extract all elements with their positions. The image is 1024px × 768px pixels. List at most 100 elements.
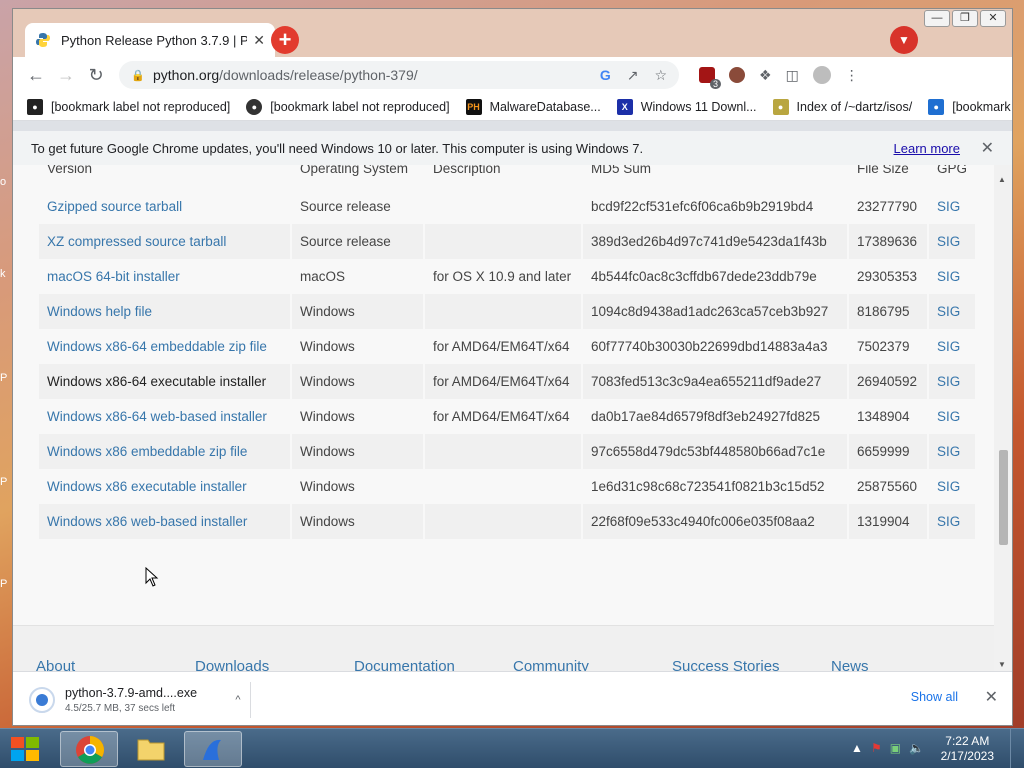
omnibox-actions: G ↗ ☆ bbox=[600, 67, 667, 84]
os-cell: Windows bbox=[300, 514, 355, 529]
tab-search-button[interactable]: ▼ bbox=[890, 26, 918, 54]
bookmark-item[interactable]: ● [bookmark label not reproduced] bbox=[246, 98, 450, 115]
reload-button[interactable]: ↻ bbox=[81, 65, 111, 86]
file-name-link[interactable]: Windows x86-64 embeddable zip file bbox=[47, 339, 267, 354]
file-name-link[interactable]: XZ compressed source tarball bbox=[47, 234, 226, 249]
scroll-thumb[interactable] bbox=[999, 450, 1008, 545]
file-name-cell: Windows x86-64 executable installer bbox=[39, 364, 292, 399]
scroll-up-icon[interactable]: ▲ bbox=[998, 175, 1006, 184]
file-size-cell: 26940592 bbox=[848, 364, 929, 399]
sig-link[interactable]: SIG bbox=[937, 304, 960, 319]
taskbar-chrome[interactable] bbox=[60, 731, 118, 767]
back-button[interactable]: ← bbox=[21, 65, 51, 86]
share-icon[interactable]: ↗ bbox=[627, 67, 639, 84]
star-icon[interactable]: ☆ bbox=[654, 67, 667, 84]
sig-link[interactable]: SIG bbox=[937, 339, 960, 354]
bookmark-item[interactable]: ● [bookmark label not reproduced] bbox=[928, 98, 1012, 115]
tray-expand-icon[interactable]: ▲ bbox=[851, 741, 863, 755]
bookmarks-bar: ● [bookmark label not reproduced] ● [boo… bbox=[13, 93, 1012, 121]
infobar-close-icon[interactable]: ✕ bbox=[981, 138, 994, 158]
footer-link-downloads[interactable]: Downloads bbox=[195, 658, 269, 671]
learn-more-link[interactable]: Learn more bbox=[894, 141, 960, 156]
minimize-button[interactable]: — bbox=[924, 10, 950, 27]
sig-link[interactable]: SIG bbox=[937, 234, 960, 249]
network-icon[interactable]: ▣ bbox=[890, 741, 901, 755]
ph-logo-icon: PH bbox=[465, 98, 482, 115]
sig-link[interactable]: SIG bbox=[937, 199, 960, 214]
download-filename: python-3.7.9-amd....exe bbox=[65, 686, 198, 700]
sig-link[interactable]: SIG bbox=[937, 514, 960, 529]
bookmark-item[interactable]: ● Index of /~dartz/isos/ bbox=[772, 98, 913, 115]
file-name-cell: Windows x86 embeddable zip file bbox=[39, 434, 292, 469]
sig-link[interactable]: SIG bbox=[937, 479, 960, 494]
os-cell: Windows bbox=[300, 339, 355, 354]
description-cell bbox=[424, 434, 583, 469]
google-lens-icon[interactable]: G bbox=[600, 67, 611, 84]
desktop-icon-edge: o bbox=[0, 176, 7, 188]
os-cell: Source release bbox=[300, 199, 391, 214]
lock-icon[interactable]: 🔒 bbox=[131, 69, 145, 82]
tab-python-release[interactable]: Python Release Python 3.7.9 | P ✕ bbox=[25, 23, 275, 57]
download-shelf-close-icon[interactable]: ✕ bbox=[985, 687, 998, 707]
sig-link[interactable]: SIG bbox=[937, 269, 960, 284]
bookmark-label: Index of /~dartz/isos/ bbox=[796, 99, 913, 114]
taskbar-clock[interactable]: 7:22 AM 2/17/2023 bbox=[941, 734, 994, 764]
sig-link[interactable]: SIG bbox=[937, 444, 960, 459]
shield-icon: ● bbox=[27, 98, 43, 115]
file-name-link[interactable]: Windows x86-64 web-based installer bbox=[47, 409, 267, 424]
extensions-area: 3 ❖ ◫ ⋮ bbox=[699, 66, 859, 89]
download-shelf: python-3.7.9-amd....exe 4.5/25.7 MB, 37 … bbox=[13, 671, 1012, 725]
sig-link[interactable]: SIG bbox=[937, 374, 960, 389]
chevron-up-icon[interactable]: ^ bbox=[226, 694, 250, 706]
ublock-extension-icon[interactable]: 3 bbox=[699, 67, 721, 89]
page-scrollbar[interactable]: ▲ ▼ bbox=[994, 165, 1012, 671]
taskbar-app[interactable] bbox=[184, 731, 242, 767]
bookmark-label: [bookmark label not reproduced] bbox=[270, 99, 450, 114]
file-name-link[interactable]: Windows x86 executable installer bbox=[47, 479, 247, 494]
action-center-flag-icon[interactable]: ⚑ bbox=[871, 741, 882, 755]
restore-button[interactable]: ❐ bbox=[952, 10, 978, 27]
tab-close-icon[interactable]: ✕ bbox=[253, 32, 265, 49]
mouse-cursor-icon bbox=[145, 567, 159, 587]
bookmark-item[interactable]: ● [bookmark label not reproduced] bbox=[27, 98, 230, 115]
new-tab-button[interactable]: + bbox=[271, 26, 299, 54]
file-name-cell: Windows x86 executable installer bbox=[39, 469, 292, 504]
file-name-link[interactable]: Windows x86 web-based installer bbox=[47, 514, 247, 529]
footer-link-success-stories[interactable]: Success Stories bbox=[672, 658, 780, 671]
download-status: 4.5/25.7 MB, 37 secs left bbox=[65, 703, 176, 714]
show-all-downloads-button[interactable]: Show all bbox=[911, 690, 958, 704]
footer-link-documentation[interactable]: Documentation bbox=[354, 658, 455, 671]
file-name-link[interactable]: Windows help file bbox=[47, 304, 152, 319]
taskbar-explorer[interactable] bbox=[122, 731, 180, 767]
description-cell: for OS X 10.9 and later bbox=[433, 269, 572, 284]
forward-button[interactable]: → bbox=[51, 65, 81, 86]
file-name-link[interactable]: macOS 64-bit installer bbox=[47, 269, 180, 284]
volume-icon[interactable]: 🔈 bbox=[909, 741, 924, 755]
footer-link-news[interactable]: News bbox=[831, 658, 869, 671]
profile-icon[interactable] bbox=[812, 66, 831, 84]
extension-avatar-icon[interactable] bbox=[729, 67, 745, 83]
puzzle-icon[interactable]: ❖ bbox=[759, 67, 772, 84]
kebab-menu-icon[interactable]: ⋮ bbox=[845, 67, 859, 84]
table-row: macOS 64-bit installer macOS for OS X 10.9… bbox=[39, 259, 978, 294]
file-name-link[interactable]: Gzipped source tarball bbox=[47, 199, 182, 214]
windows-start-icon[interactable] bbox=[6, 733, 44, 765]
address-bar[interactable]: 🔒 python.org/downloads/release/python-37… bbox=[119, 61, 679, 89]
bookmark-item[interactable]: PH MalwareDatabase... bbox=[465, 98, 601, 115]
show-desktop-button[interactable] bbox=[1010, 729, 1024, 768]
bookmark-item[interactable]: X Windows 11 Downl... bbox=[616, 98, 757, 115]
side-panel-icon[interactable]: ◫ bbox=[786, 67, 799, 84]
sig-link[interactable]: SIG bbox=[937, 409, 960, 424]
description-cell: for AMD64/EM64T/x64 bbox=[424, 329, 583, 364]
sig-cell: SIG bbox=[928, 294, 978, 329]
sig-cell: SIG bbox=[928, 434, 978, 469]
download-item[interactable]: python-3.7.9-amd....exe 4.5/25.7 MB, 37 … bbox=[29, 682, 251, 718]
download-progress-icon bbox=[29, 687, 55, 713]
file-name-link[interactable]: Windows x86 embeddable zip file bbox=[47, 444, 247, 459]
file-name-link[interactable]: Windows x86-64 executable installer bbox=[47, 374, 266, 389]
file-size-cell: 6659999 bbox=[857, 444, 910, 459]
close-window-button[interactable]: ✕ bbox=[980, 10, 1006, 27]
footer-link-about[interactable]: About bbox=[36, 658, 75, 671]
scroll-down-icon[interactable]: ▼ bbox=[998, 660, 1006, 669]
footer-link-community[interactable]: Community bbox=[513, 658, 589, 671]
